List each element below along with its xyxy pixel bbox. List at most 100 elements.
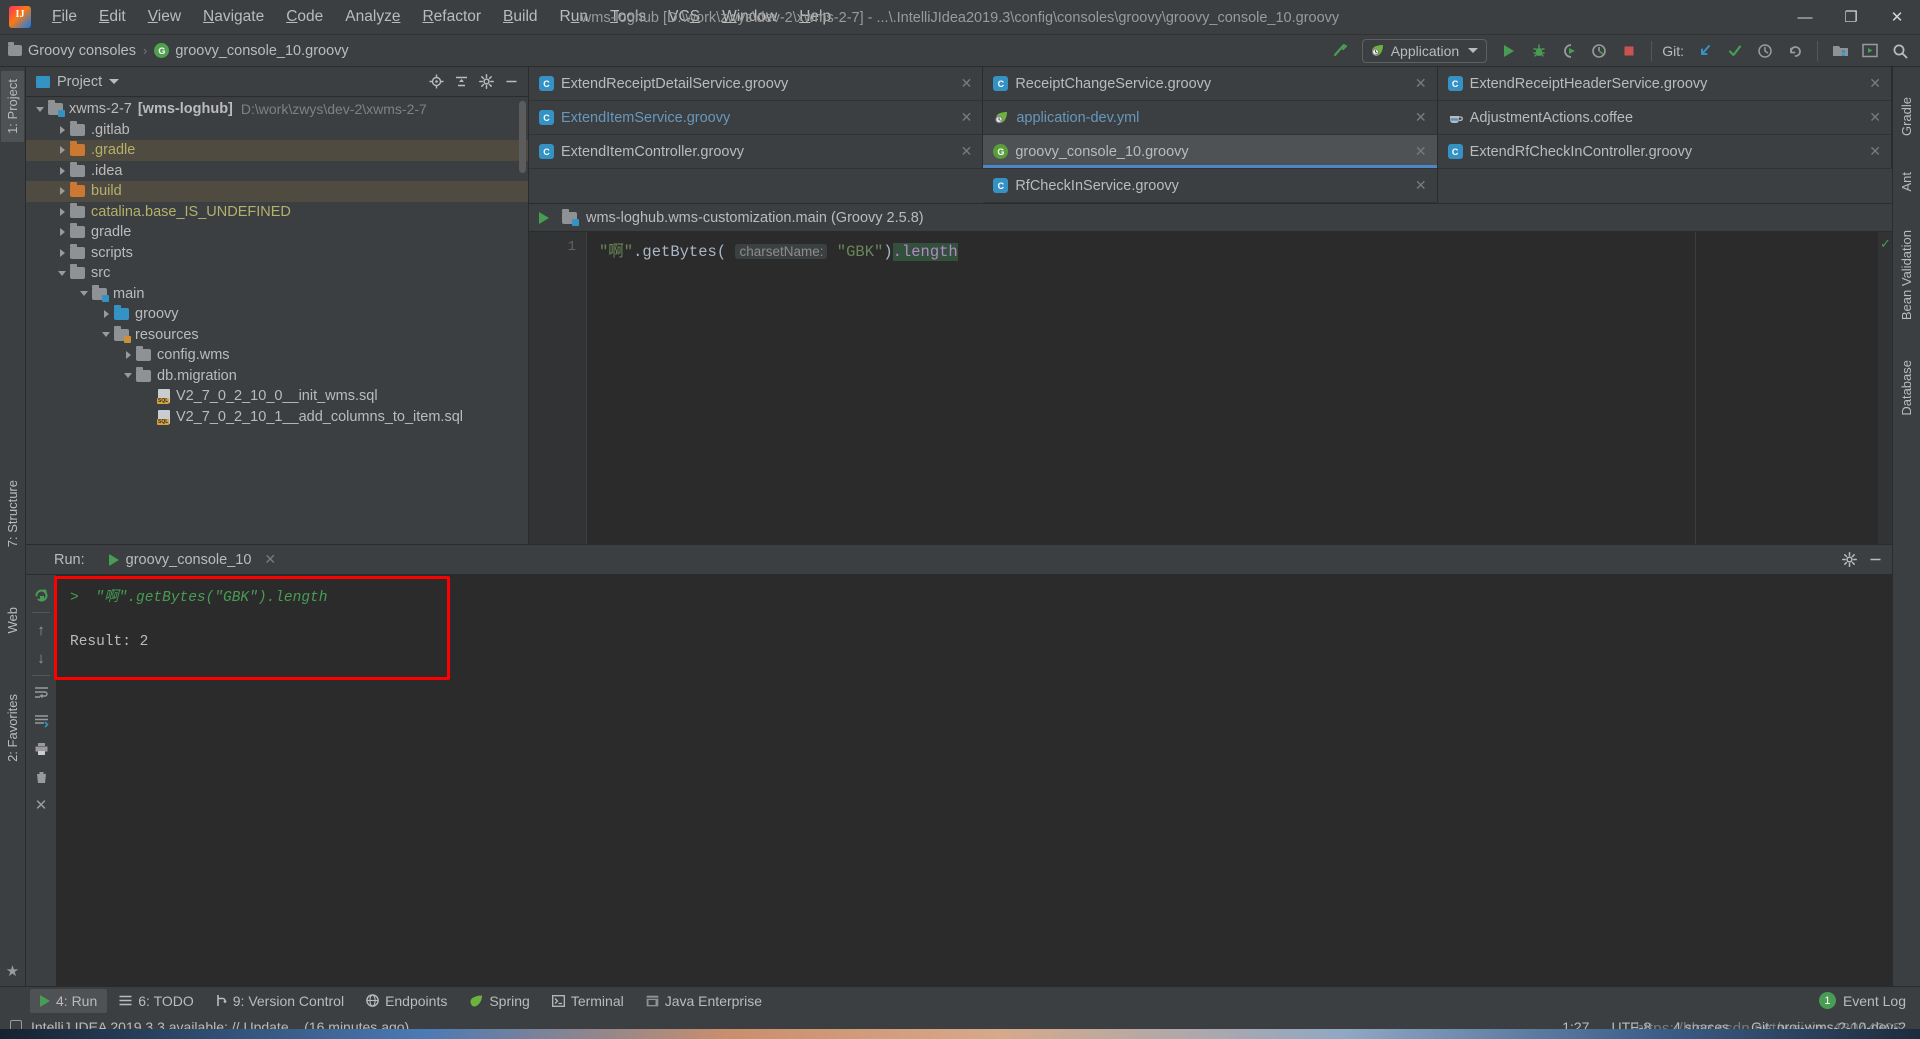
sidebar-item-web[interactable]: Web bbox=[1, 599, 24, 642]
chevron-right-icon[interactable] bbox=[54, 167, 70, 175]
git-revert-icon[interactable] bbox=[1781, 38, 1809, 64]
run-icon[interactable] bbox=[539, 211, 549, 224]
locate-icon[interactable] bbox=[425, 71, 447, 93]
sidebar-item-favorites[interactable]: 2: Favorites bbox=[1, 686, 24, 770]
chevron-down-icon[interactable] bbox=[32, 107, 48, 112]
soft-wrap-icon[interactable] bbox=[28, 679, 54, 707]
project-tree-scrollbar[interactable] bbox=[519, 101, 526, 173]
close-icon[interactable]: ✕ bbox=[1859, 109, 1881, 126]
run-with-coverage-icon[interactable] bbox=[1555, 38, 1583, 64]
close-icon[interactable]: ✕ bbox=[264, 551, 276, 568]
tab-application-dev-yml[interactable]: application-dev.yml ✕ bbox=[983, 101, 1438, 135]
run-icon[interactable] bbox=[1495, 38, 1523, 64]
chevron-right-icon[interactable] bbox=[54, 126, 70, 134]
print-icon[interactable] bbox=[28, 735, 54, 763]
gear-icon[interactable] bbox=[475, 71, 497, 93]
clear-all-icon[interactable] bbox=[28, 763, 54, 791]
tree-row-gradle[interactable]: gradle bbox=[26, 222, 528, 243]
chevron-right-icon[interactable] bbox=[120, 351, 136, 359]
code-editor[interactable]: 1 "啊".getBytes( charsetName: "GBK").leng… bbox=[529, 232, 1892, 544]
debug-icon[interactable] bbox=[1525, 38, 1553, 64]
project-tree[interactable]: xwms-2-7 [wms-loghub] D:\work\zwys\dev-2… bbox=[26, 97, 528, 544]
project-structure-icon[interactable] bbox=[1826, 38, 1854, 64]
tree-row-groovy[interactable]: groovy bbox=[26, 304, 528, 325]
breadcrumb-file[interactable]: G groovy_console_10.groovy bbox=[154, 43, 349, 59]
tab-receipt-change-service[interactable]: C ReceiptChangeService.groovy ✕ bbox=[983, 67, 1438, 101]
favorites-star-icon[interactable]: ★ bbox=[6, 962, 19, 980]
tree-row-idea[interactable]: .idea bbox=[26, 161, 528, 182]
tree-row-scripts[interactable]: scripts bbox=[26, 243, 528, 264]
git-commit-icon[interactable] bbox=[1721, 38, 1749, 64]
menu-edit[interactable]: Edit bbox=[88, 5, 137, 29]
hide-icon[interactable] bbox=[500, 71, 522, 93]
run-configuration-selector[interactable]: Application bbox=[1361, 38, 1488, 63]
tree-row-catalina[interactable]: catalina.base_IS_UNDEFINED bbox=[26, 202, 528, 223]
chevron-right-icon[interactable] bbox=[54, 208, 70, 216]
menu-view[interactable]: View bbox=[137, 5, 192, 29]
close-icon[interactable]: ✕ bbox=[1405, 143, 1427, 160]
chevron-down-icon[interactable] bbox=[98, 332, 114, 337]
menu-window[interactable]: Window bbox=[711, 5, 788, 29]
hide-icon[interactable] bbox=[1864, 549, 1886, 571]
tab-rf-check-in-service[interactable]: C RfCheckInService.groovy ✕ bbox=[983, 169, 1438, 203]
chevron-down-icon[interactable] bbox=[120, 373, 136, 378]
tree-row-sql-init[interactable]: V2_7_0_2_10_0__init_wms.sql bbox=[26, 386, 528, 407]
tool-window-endpoints[interactable]: Endpoints bbox=[356, 989, 457, 1013]
menu-run[interactable]: Run bbox=[549, 5, 599, 29]
close-icon[interactable]: ✕ bbox=[951, 75, 973, 92]
sidebar-item-structure[interactable]: 7: Structure bbox=[1, 472, 24, 555]
inspection-marker-bar[interactable]: ✓ bbox=[1878, 232, 1892, 544]
sidebar-item-gradle[interactable]: Gradle bbox=[1895, 89, 1918, 144]
menu-vcs[interactable]: VCS bbox=[657, 5, 711, 29]
tree-row-sql-add-columns[interactable]: V2_7_0_2_10_1__add_columns_to_item.sql bbox=[26, 407, 528, 428]
settings-window-icon[interactable] bbox=[1856, 38, 1884, 64]
tool-window-todo[interactable]: 6: TODO bbox=[109, 989, 204, 1013]
tree-row-project-root[interactable]: xwms-2-7 [wms-loghub] D:\work\zwys\dev-2… bbox=[26, 99, 528, 120]
menu-navigate[interactable]: Navigate bbox=[192, 5, 275, 29]
close-icon[interactable]: ✕ bbox=[1405, 177, 1427, 194]
menu-analyze[interactable]: Analyze bbox=[334, 5, 411, 29]
menu-code[interactable]: Code bbox=[275, 5, 334, 29]
close-icon[interactable]: ✕ bbox=[1859, 143, 1881, 160]
close-icon[interactable]: ✕ bbox=[1859, 75, 1881, 92]
scroll-up-icon[interactable]: ↑ bbox=[28, 616, 54, 644]
tree-row-config-wms[interactable]: config.wms bbox=[26, 345, 528, 366]
menu-build[interactable]: Build bbox=[492, 5, 548, 29]
tree-row-resources[interactable]: resources bbox=[26, 325, 528, 346]
tool-window-terminal[interactable]: Terminal bbox=[542, 989, 634, 1013]
minimize-button[interactable]: — bbox=[1782, 0, 1828, 35]
tool-window-version-control[interactable]: 9: Version Control bbox=[206, 989, 354, 1013]
tree-row-build[interactable]: build bbox=[26, 181, 528, 202]
event-log-area[interactable]: 1 Event Log bbox=[1818, 992, 1920, 1009]
chevron-right-icon[interactable] bbox=[54, 187, 70, 195]
close-icon[interactable]: ✕ bbox=[1405, 109, 1427, 126]
tab-extend-item-service[interactable]: C ExtendItemService.groovy ✕ bbox=[529, 101, 984, 135]
chevron-right-icon[interactable] bbox=[98, 310, 114, 318]
tab-extend-item-controller[interactable]: C ExtendItemController.groovy ✕ bbox=[529, 135, 984, 169]
close-icon[interactable]: ✕ bbox=[951, 109, 973, 126]
tab-groovy-console-10[interactable]: G groovy_console_10.groovy ✕ bbox=[983, 135, 1438, 169]
tree-row-src[interactable]: src bbox=[26, 263, 528, 284]
sidebar-item-project[interactable]: 1: Project bbox=[1, 71, 24, 142]
tab-extend-receipt-detail-service[interactable]: C ExtendReceiptDetailService.groovy ✕ bbox=[529, 67, 984, 101]
tab-extend-receipt-header-service[interactable]: C ExtendReceiptHeaderService.groovy ✕ bbox=[1437, 67, 1892, 101]
tool-window-run[interactable]: 4: Run bbox=[30, 988, 108, 1013]
menu-file[interactable]: File bbox=[41, 5, 88, 29]
git-history-icon[interactable] bbox=[1751, 38, 1779, 64]
tree-row-main[interactable]: main bbox=[26, 284, 528, 305]
git-update-icon[interactable] bbox=[1691, 38, 1719, 64]
tab-adjustment-actions-coffee[interactable]: AdjustmentActions.coffee ✕ bbox=[1437, 101, 1892, 135]
rerun-icon[interactable] bbox=[28, 581, 54, 609]
menu-refactor[interactable]: Refactor bbox=[411, 5, 492, 29]
profile-icon[interactable] bbox=[1585, 38, 1613, 64]
run-tab-groovy-console-10[interactable]: groovy_console_10 ✕ bbox=[104, 546, 279, 578]
tool-window-java-enterprise[interactable]: Java Enterprise bbox=[636, 989, 772, 1013]
chevron-down-icon[interactable] bbox=[76, 291, 92, 296]
gear-icon[interactable] bbox=[1838, 549, 1860, 571]
sidebar-item-bean-validation[interactable]: Bean Validation bbox=[1895, 222, 1918, 328]
sidebar-item-ant[interactable]: Ant bbox=[1895, 164, 1918, 200]
chevron-right-icon[interactable] bbox=[54, 146, 70, 154]
search-everywhere-icon[interactable] bbox=[1886, 38, 1914, 64]
menu-tools[interactable]: Tools bbox=[599, 5, 657, 29]
close-icon[interactable]: ✕ bbox=[28, 791, 54, 819]
